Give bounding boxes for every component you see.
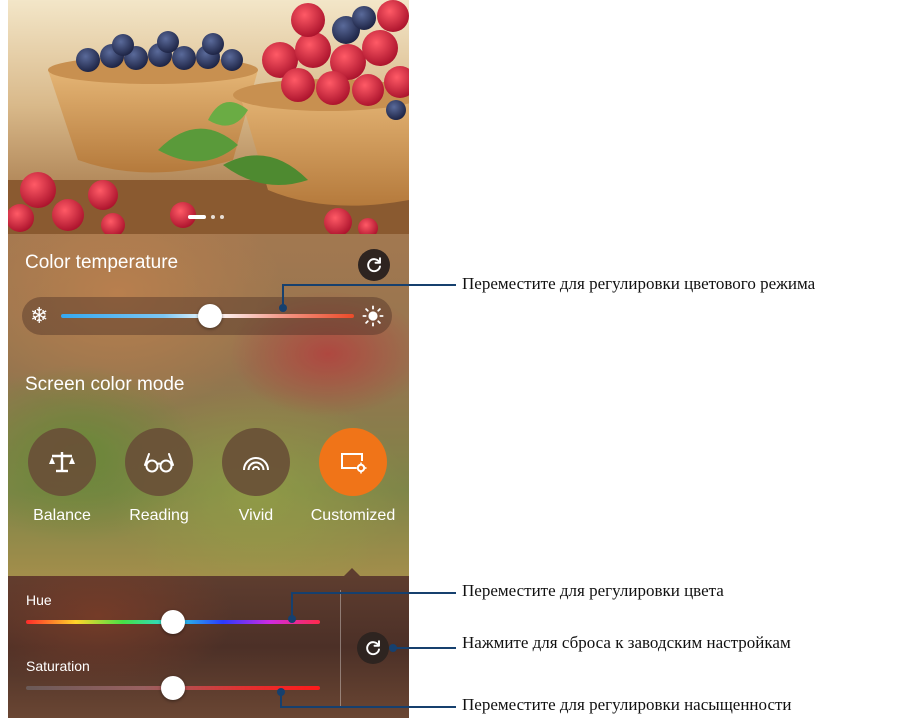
callout-hue: Переместите для регулировки цвета [462,581,724,600]
hue-slider-thumb[interactable] [161,610,185,634]
divider [340,590,341,708]
phone-screen: Color temperature ❄ Screen color mode Ba… [8,0,409,718]
temperature-reset-button[interactable] [358,249,390,281]
scale-icon [49,452,75,473]
callout-reset: Нажмите для сброса к заводским настройка… [462,633,791,652]
saturation-label: Saturation [26,658,90,674]
berries-photo [8,0,409,234]
mode-balance-label: Balance [33,507,91,524]
mode-customized-button[interactable] [319,428,387,496]
hero-image [8,0,409,234]
hue-slider[interactable] [26,610,320,634]
refresh-icon [366,640,380,656]
page-indicator [188,215,224,219]
sun-icon [362,305,384,327]
custom-reset-button[interactable] [357,632,389,664]
glasses-icon [144,453,174,473]
custom-adjust-panel: Hue Saturation [8,568,409,718]
saturation-slider-thumb[interactable] [161,676,185,700]
refresh-icon [367,257,381,273]
callout-saturation: Переместите для регулировки насыщенности [462,695,792,714]
hue-label: Hue [26,592,52,608]
saturation-slider[interactable] [26,676,320,700]
mode-customized-label: Customized [310,507,396,524]
callout-temperature: Переместите для регулировки цветового ре… [462,274,816,293]
snowflake-icon: ❄ [30,303,49,328]
mode-reading-button[interactable] [125,428,193,496]
mode-reading-label: Reading [129,507,189,524]
page-dot [220,215,224,219]
temperature-slider-thumb[interactable] [198,304,223,328]
custom-screen-icon [341,453,367,474]
page-dot-active [188,215,206,219]
rainbow-icon [243,457,269,471]
screen-color-mode-title: Screen color mode [25,374,185,395]
color-temperature-title: Color temperature [25,252,179,273]
mode-vivid-button[interactable] [222,428,290,496]
mode-vivid-label: Vivid [238,507,274,524]
page-dot [211,215,215,219]
color-temperature-slider[interactable]: ❄ [22,297,392,335]
mode-balance-button[interactable] [28,428,96,496]
